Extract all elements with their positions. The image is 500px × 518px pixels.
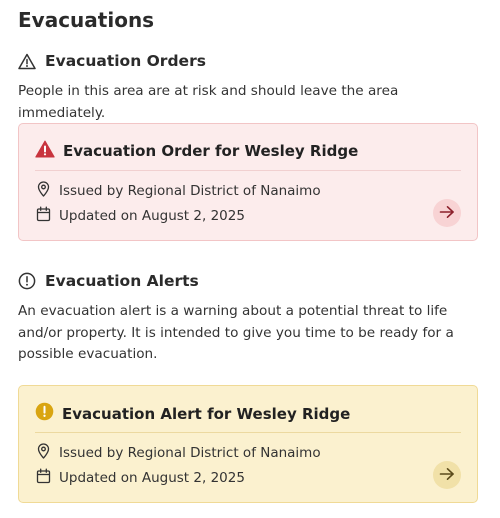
updated-text: Updated on August 2, 2025 [59, 208, 245, 224]
warning-filled-icon [35, 140, 55, 162]
page-title: Evacuations [18, 8, 155, 32]
issued-by-text: Issued by Regional District of Nanaimo [59, 445, 321, 461]
evacuation-alert-title: Evacuation Alert for Wesley Ridge [62, 404, 351, 423]
evacuation-alert-title-row: Evacuation Alert for Wesley Ridge [35, 402, 350, 425]
updated-row: Updated on August 2, 2025 [36, 206, 245, 226]
orders-section-heading: Evacuation Orders [18, 52, 206, 70]
card-divider [35, 170, 461, 171]
issued-by-row: Issued by Regional District of Nanaimo [36, 443, 321, 463]
arrow-right-icon [439, 204, 455, 223]
location-pin-icon [36, 181, 51, 201]
evacuation-order-title: Evacuation Order for Wesley Ridge [63, 142, 359, 160]
alerts-section-title: Evacuation Alerts [45, 272, 199, 290]
evacuations-page: Evacuations Evacuation Orders People in … [0, 0, 500, 518]
exclamation-circle-filled-icon [35, 402, 54, 425]
issued-by-text: Issued by Regional District of Nanaimo [59, 183, 321, 199]
info-circle-outline-icon [18, 272, 36, 290]
warning-outline-icon [18, 53, 36, 70]
evacuation-alert-card[interactable]: Evacuation Alert for Wesley Ridge Issued… [18, 385, 478, 503]
location-pin-icon [36, 443, 51, 463]
calendar-icon [36, 206, 51, 226]
card-divider [35, 432, 461, 433]
updated-row: Updated on August 2, 2025 [36, 468, 245, 488]
calendar-icon [36, 468, 51, 488]
open-order-button[interactable] [433, 199, 461, 227]
alerts-section-description: An evacuation alert is a warning about a… [18, 303, 454, 362]
updated-text: Updated on August 2, 2025 [59, 470, 245, 486]
alerts-section-heading: Evacuation Alerts [18, 272, 199, 290]
arrow-right-icon [439, 466, 455, 485]
issued-by-row: Issued by Regional District of Nanaimo [36, 181, 321, 201]
open-alert-button[interactable] [433, 461, 461, 489]
evacuation-order-card[interactable]: Evacuation Order for Wesley Ridge Issued… [18, 123, 478, 241]
orders-section-description: People in this area are at risk and shou… [18, 83, 399, 121]
evacuation-order-title-row: Evacuation Order for Wesley Ridge [35, 140, 358, 162]
orders-section-title: Evacuation Orders [45, 52, 206, 70]
